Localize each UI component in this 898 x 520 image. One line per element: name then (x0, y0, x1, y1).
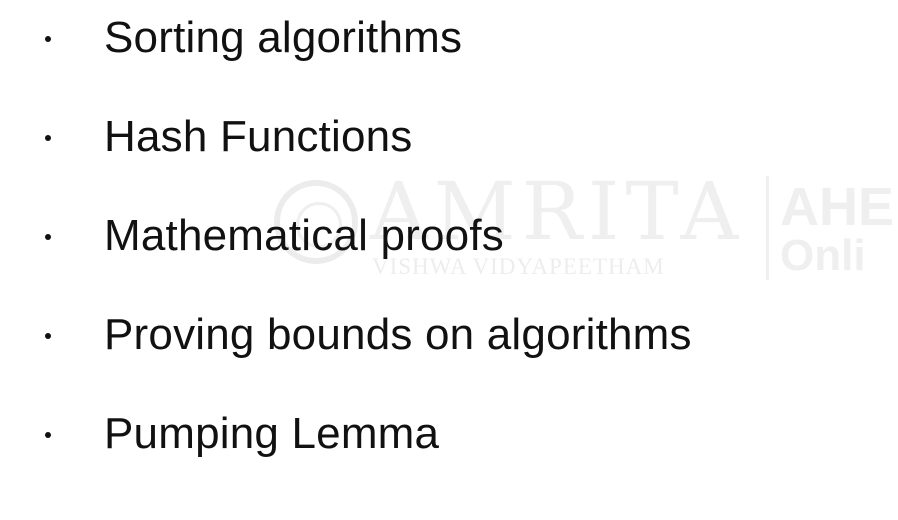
bullet-icon (45, 36, 51, 42)
bullet-text: Pumping Lemma (104, 409, 440, 458)
bullet-text: Sorting algorithms (104, 13, 463, 62)
watermark-right-bottom-text: Onli (780, 231, 866, 280)
bullet-icon (45, 333, 51, 339)
bullet-text: Proving bounds on algorithms (104, 310, 692, 359)
bullet-icon (45, 135, 51, 141)
bullet-text: Mathematical proofs (104, 211, 504, 260)
bullet-icon (45, 432, 51, 438)
slide: AMRITA VISHWA VIDYAPEETHAM AHE Onli Sort… (0, 0, 898, 520)
watermark-right-top-text: AHE (780, 177, 895, 237)
bullet-icon (45, 234, 51, 240)
watermark-divider (766, 176, 769, 280)
bullet-text: Hash Functions (104, 112, 413, 161)
